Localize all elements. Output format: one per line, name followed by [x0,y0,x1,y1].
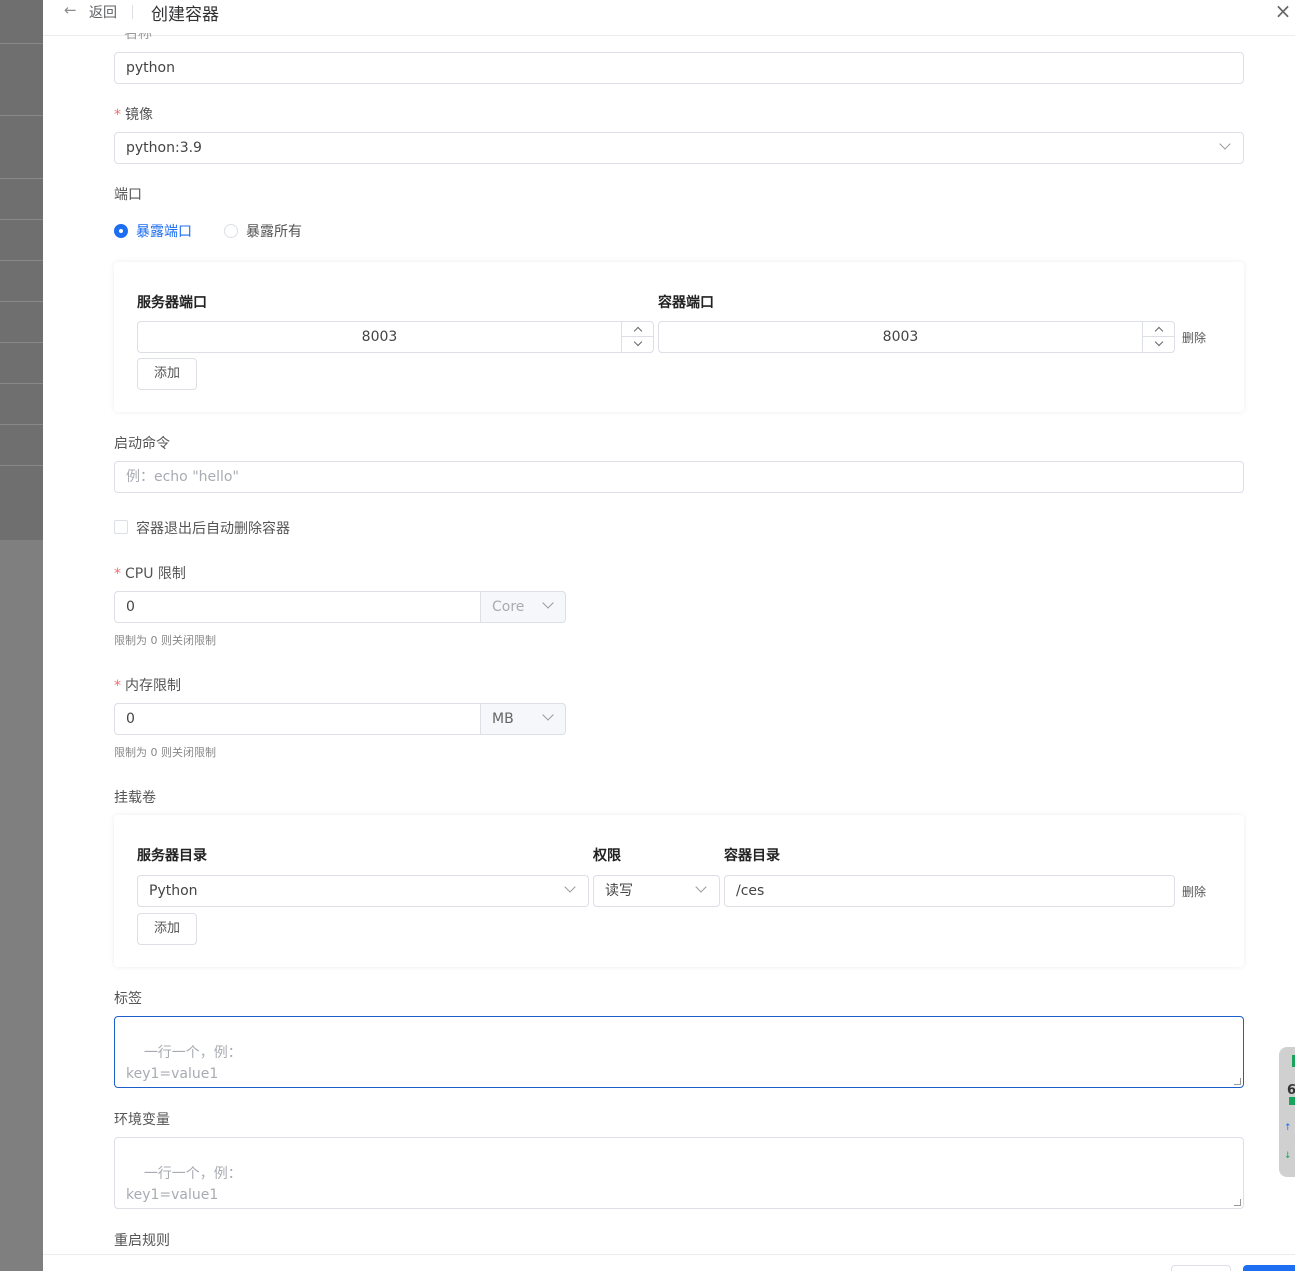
image-label: * 镜像 [114,104,153,124]
port-label: 端口 [114,187,142,203]
image-label-text: 镜像 [125,107,153,123]
create-container-drawer: ← 返回 创建容器 × 名称 python * 镜像 python:3.9 端口 … [43,0,1295,1271]
labels-label: 标签 [114,991,142,1007]
volumes-label: 挂载卷 [114,790,156,806]
volume-mapping-panel: 服务器目录 权限 容器目录 Python 读写 /ces 删除 添加 [114,815,1244,967]
background-divider [0,383,43,384]
background-divider [0,43,43,44]
server-dir-select[interactable]: Python [137,875,589,907]
increase-button[interactable] [622,322,653,337]
decrease-button[interactable] [1143,337,1174,352]
radio-checked-icon [114,224,128,238]
cancel-button[interactable] [1171,1265,1231,1271]
chevron-down-icon [542,709,554,721]
chevron-down-icon [1219,138,1231,150]
image-select-value: python:3.9 [126,140,202,156]
cpu-label-text: CPU 限制 [125,566,186,582]
radio-unchecked-icon [224,224,238,238]
server-port-value: 8003 [361,329,398,345]
radio-expose-all[interactable]: 暴露所有 [224,221,302,241]
labels-placeholder: 一行一个，例： key1=value1 key2=value2 [126,1045,242,1082]
env-placeholder: 一行一个，例： key1=value1 key2=value2 [126,1166,242,1203]
server-port-header: 服务器端口 [137,295,207,311]
labels-textarea[interactable]: 一行一个，例： key1=value1 key2=value2 [114,1016,1244,1088]
back-arrow-icon[interactable]: ← [64,1,77,19]
memory-hint: 限制为 0 则关闭限制 [114,746,216,759]
chevron-down-icon [542,597,554,609]
auto-remove-checkbox[interactable] [114,520,128,534]
cpu-label: * CPU 限制 [114,563,186,583]
memory-label-text: 内存限制 [125,678,181,694]
container-port-header: 容器端口 [658,295,714,311]
background-divider [0,115,43,116]
restart-label: 重启规则 [114,1233,170,1249]
cpu-input[interactable]: 0 [114,591,481,623]
chevron-down-icon [695,881,707,893]
env-textarea[interactable]: 一行一个，例： key1=value1 key2=value2 [114,1137,1244,1209]
permission-value: 读写 [605,883,633,899]
server-dir-value: Python [149,883,198,899]
image-select[interactable]: python:3.9 [114,132,1244,164]
stepper-controls [621,322,653,352]
background-divider [0,219,43,220]
back-button[interactable]: 返回 [89,2,117,22]
env-label: 环境变量 [114,1112,170,1128]
container-port-value: 8003 [882,329,919,345]
cpu-hint: 限制为 0 则关闭限制 [114,634,216,647]
resize-handle-icon[interactable] [1234,1199,1241,1206]
delete-port-button[interactable]: 删除 [1182,329,1206,346]
drawer-footer [43,1254,1295,1271]
memory-unit-value: MB [492,711,514,727]
command-input[interactable]: 例：echo "hello" [114,461,1244,493]
upload-arrow-icon: ↑ [1284,1123,1292,1133]
widget-bar [1289,1097,1295,1105]
name-input[interactable]: python [114,52,1244,84]
required-mark: * [114,678,121,694]
widget-value: 6 [1287,1083,1295,1098]
server-port-input[interactable]: 8003 [137,321,654,353]
memory-input[interactable]: 0 [114,703,481,735]
container-dir-header: 容器目录 [724,848,780,864]
confirm-button[interactable] [1243,1265,1295,1271]
background-panel [0,0,43,540]
decrease-button[interactable] [622,337,653,352]
port-mapping-panel: 服务器端口 容器端口 8003 8003 删除 添加 [114,262,1244,412]
memory-label: * 内存限制 [114,675,181,695]
download-arrow-icon: ↓ [1284,1151,1292,1161]
page-title: 创建容器 [151,5,219,25]
network-speed-widget[interactable]: 6 ↑ ↓ [1279,1047,1295,1177]
command-label: 启动命令 [114,436,170,452]
required-mark: * [114,566,121,582]
container-dir-input[interactable]: /ces [724,875,1175,907]
cpu-unit-value: Core [492,599,525,615]
increase-button[interactable] [1143,322,1174,337]
drawer-header: ← 返回 创建容器 × [43,0,1295,36]
background-divider [0,342,43,343]
resize-handle-icon[interactable] [1234,1078,1241,1085]
delete-volume-button[interactable]: 删除 [1182,883,1206,900]
permission-select[interactable]: 读写 [593,875,720,907]
background-divider [0,424,43,425]
required-mark: * [114,107,121,123]
background-divider [0,178,43,179]
add-volume-button[interactable]: 添加 [137,913,197,945]
container-port-input[interactable]: 8003 [658,321,1175,353]
background-divider [0,301,43,302]
memory-unit-select[interactable]: MB [481,703,566,735]
permission-header: 权限 [593,848,621,864]
stepper-controls [1142,322,1174,352]
auto-remove-label[interactable]: 容器退出后自动删除容器 [136,518,290,538]
radio-expose-port[interactable]: 暴露端口 [114,221,192,241]
background-divider [0,465,43,466]
header-divider [132,5,133,19]
chevron-down-icon [564,881,576,893]
cpu-unit-select[interactable]: Core [481,591,566,623]
add-port-button[interactable]: 添加 [137,358,197,390]
radio-label: 暴露所有 [246,224,302,240]
radio-label: 暴露端口 [136,224,192,240]
server-dir-header: 服务器目录 [137,848,207,864]
background-divider [0,260,43,261]
background-page [0,0,43,1271]
close-icon[interactable]: × [1271,0,1295,23]
